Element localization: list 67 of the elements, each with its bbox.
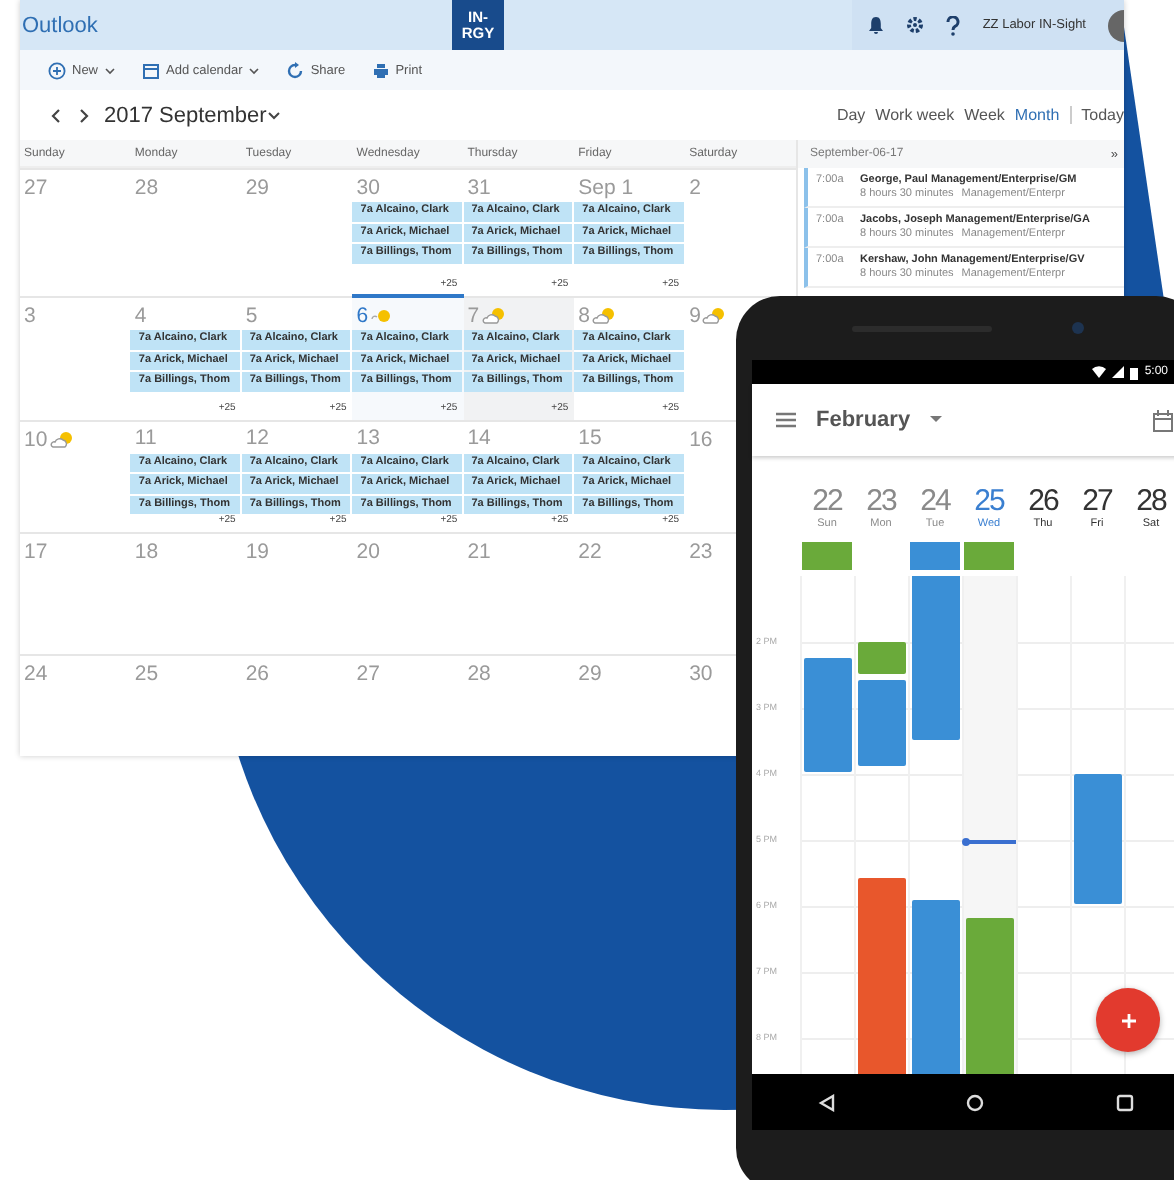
date-number: 16 [689,427,713,451]
next-icon[interactable] [76,105,92,125]
date-number: 28 [467,661,491,685]
date-number: 30 [689,661,713,685]
camera-lens [1072,322,1084,334]
date-number: 4 [134,303,147,327]
new-icon [48,61,66,79]
previous-icon[interactable] [48,105,64,125]
calendar-icon [142,61,161,79]
date-number: 29 [578,661,602,685]
date-number: 27 [356,661,380,685]
date-number: 27 [24,175,48,199]
date-number: 14 [467,426,491,451]
date-number: 24 [24,661,48,685]
date-number: 26 [245,661,270,685]
caret-icon[interactable] [266,109,283,121]
help-icon[interactable] [946,15,961,35]
wifi-icon [1092,366,1107,378]
date-number: 25 [134,661,159,685]
date-number: 6 [356,303,369,327]
date-number: 31 [467,175,491,199]
caret-icon [104,65,117,75]
bell-icon[interactable] [868,16,885,34]
view-tab[interactable]: Month [1014,106,1060,124]
plus-icon [1119,1011,1137,1029]
caret-icon[interactable] [930,416,943,424]
today-marker [352,294,464,298]
date-number: 10 [24,427,48,451]
app-title: Outlook [20,13,100,37]
share-icon [286,61,305,79]
date-number: 9 [689,303,701,327]
month-title[interactable]: February [816,408,911,432]
date-number: 18 [134,539,159,563]
view-tab[interactable]: Week [964,106,1005,124]
date-number: 21 [467,539,491,563]
date-number: 2 [689,175,701,199]
date-number: 19 [245,539,270,563]
date-number: 20 [356,539,380,563]
date-number: 23 [689,539,713,563]
date-number: Sep 1 [578,175,634,199]
date-number: 13 [356,426,380,451]
calendar-icon[interactable] [1152,409,1174,431]
date-number: 15 [578,426,602,451]
print-icon [371,61,390,79]
date-number: 12 [245,426,270,451]
menu-icon[interactable] [776,412,796,428]
date-number: 3 [24,303,36,327]
date-number: 29 [245,175,270,199]
date-number: 5 [245,303,258,327]
date-number: 7 [467,303,480,327]
date-number: 22 [578,539,602,563]
caret-icon [248,65,261,75]
today-button[interactable]: Today [1081,106,1124,124]
back-icon[interactable] [817,1093,836,1111]
date-number: 28 [134,175,159,199]
view-tab[interactable]: Day [836,106,866,124]
signal-icon [1112,366,1125,378]
view-tab[interactable]: Work week [875,106,955,124]
date-number: 8 [578,303,590,327]
date-number: 30 [356,175,380,199]
recents-icon[interactable] [1116,1093,1135,1111]
battery-icon [1130,365,1139,379]
month-title[interactable]: 2017 September [104,103,267,127]
date-number: 17 [24,539,48,563]
home-icon[interactable] [966,1093,985,1111]
settings-icon[interactable] [906,16,925,34]
date-number: 11 [134,426,157,451]
